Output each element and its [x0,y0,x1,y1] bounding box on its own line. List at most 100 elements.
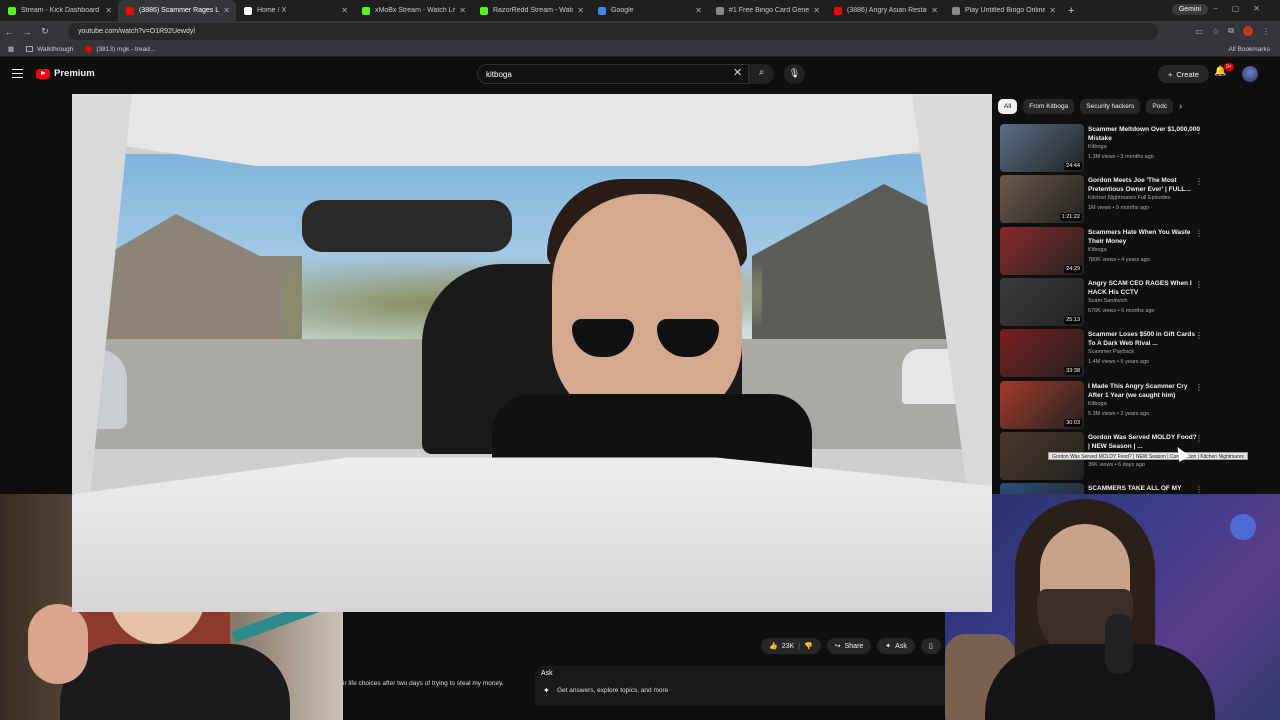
tab-favicon-icon [716,6,724,15]
video-player[interactable] [72,94,992,612]
youtube-logo[interactable]: Premium [36,68,95,79]
all-bookmarks[interactable]: All Bookmarks [1228,46,1270,53]
browser-tab[interactable]: xMoBx Stream - Watch Live on ✕ [354,0,472,21]
channel-name[interactable]: Scam Sandwich [1088,298,1127,304]
chip-from-kitboga[interactable]: From Kitboga [1023,98,1075,114]
video-title[interactable]: SCAMMERS TAKE ALL OF MY [1088,484,1200,493]
channel-name[interactable]: Kitboga [1088,401,1107,407]
close-tab-icon[interactable]: ✕ [813,6,820,15]
ask-panel[interactable]: Ask ✦ Get answers, explore topics, and m… [535,666,945,706]
close-tab-icon[interactable]: ✕ [577,6,584,15]
close-tab-icon[interactable]: ✕ [341,6,348,15]
more-options-icon[interactable]: ⋮ [1195,383,1203,392]
clear-search-icon[interactable]: ✕ [733,66,742,79]
gemini-button[interactable]: Gemini [1171,4,1208,15]
close-tab-icon[interactable]: ✕ [1049,6,1056,15]
voice-search-button[interactable]: 🎙 [784,64,805,84]
close-tab-icon[interactable]: ✕ [459,6,466,15]
window-controls[interactable]: –▢✕ [1213,4,1274,13]
video-thumbnail[interactable]: 30:03 [1000,380,1084,429]
address-bar-row: ← → ↻ youtube.com/watch?v=O1R92Uewdyl ▭ … [0,21,1280,42]
bookmark-star-icon[interactable]: ☆ [1212,27,1219,36]
video-thumbnail[interactable]: 25:13 [1000,277,1084,326]
video-title[interactable]: Scammers Hate When You Waste Their Money [1088,228,1200,246]
tab-favicon-icon [480,6,488,15]
search-input[interactable]: kitboga [477,64,749,84]
video-title[interactable]: Gordon Meets Joe 'The Most Pretentious O… [1088,176,1200,194]
browser-tab[interactable]: (3886) Scammer Rages Los ✕ [118,0,236,21]
tab-label: #1 Free Bingo Card Generator [729,7,809,14]
video-title[interactable]: Scammer Loses $500 in Gift Cards To A Da… [1088,330,1200,348]
browser-tab[interactable]: (3886) Angry Asian Restaurant ✕ [826,0,944,21]
like-button[interactable]: 👍 23K | 👎 [761,638,821,654]
search-button[interactable]: ⌕ [749,64,774,84]
close-tab-icon[interactable]: ✕ [931,6,938,15]
back-icon[interactable]: ← [0,27,18,37]
recommendation-item[interactable]: 1:21:22 Gordon Meets Joe 'The Most Preten… [1000,175,1280,225]
channel-name[interactable]: Scammer Payback [1088,349,1134,355]
more-options-icon[interactable]: ⋮ [1195,485,1203,494]
browser-tab[interactable]: Home / X ✕ [236,0,354,21]
apps-icon[interactable]: ▦ [8,45,14,53]
channel-name[interactable]: Kitchen Nightmares Full Episodes [1088,195,1171,201]
video-title[interactable]: Angry SCAM CEO RAGES When I HACK His CCT… [1088,279,1200,297]
video-frame-dashboard [72,457,992,612]
account-avatar[interactable] [1242,66,1258,82]
video-duration: 33:38 [1064,367,1082,376]
browser-tab[interactable]: Play Untitled Bingo Online | Bin ✕ [944,0,1062,21]
chip-podcasts[interactable]: Podc [1146,98,1174,114]
ask-button[interactable]: ✦ Ask [877,638,915,654]
profile-avatar[interactable] [1243,26,1253,36]
video-thumbnail[interactable]: 24:29 [1000,226,1084,275]
more-options-icon[interactable]: ⋮ [1195,229,1203,238]
extensions-icon[interactable]: ⧉ [1228,26,1234,36]
video-thumbnail[interactable]: 1:21:22 [1000,175,1084,224]
video-thumbnail[interactable] [1000,483,1084,494]
channel-name[interactable]: Kitboga [1088,247,1107,253]
chip-all[interactable]: All [998,98,1018,114]
bookmark-walkthrough[interactable]: Walkthrough [26,46,73,53]
more-options-icon[interactable]: ⋮ [1195,177,1203,186]
forward-icon[interactable]: → [18,27,36,37]
menu-icon[interactable] [12,69,23,78]
video-thumbnail[interactable]: 24:44 [1000,124,1084,172]
chevron-right-icon[interactable]: › [1179,101,1182,111]
bookmark-mgk[interactable]: (3813) mgk - tread... [85,46,155,53]
ask-prompt: Get answers, explore topics, and more [557,687,669,694]
url-field[interactable]: youtube.com/watch?v=O1R92Uewdyl [68,23,1158,40]
cast-icon[interactable]: ▭ [1196,27,1204,36]
menu-dots-icon[interactable]: ⋮ [1262,27,1270,36]
channel-name[interactable]: Kitboga [1088,144,1107,150]
browser-tab[interactable]: Google ✕ [590,0,708,21]
recommendation-item[interactable]: SCAMMERS TAKE ALL OF MY ⋮ [1000,483,1280,494]
bookmark-icon: ▯ [928,643,933,650]
more-options-icon[interactable]: ⋮ [1195,331,1203,340]
browser-tab[interactable]: Stream - Kick Dashboard ✕ [0,0,118,21]
save-button[interactable]: ▯ [920,638,941,654]
video-title[interactable]: Scammer Meltdown Over $1,000,000 Mistake [1088,125,1200,143]
recommendation-item[interactable]: 33:38 Scammer Loses $500 in Gift Cards To… [1000,329,1280,379]
recommendation-item[interactable]: 30:03 I Made This Angry Scammer Cry After… [1000,380,1280,431]
browser-tab[interactable]: RazorRedd Stream - Watch Live ✕ [472,0,590,21]
video-title[interactable]: I Made This Angry Scammer Cry After 1 Ye… [1088,382,1200,400]
new-tab-button[interactable]: + [1068,5,1074,17]
browser-tab[interactable]: #1 Free Bingo Card Generator ✕ [708,0,826,21]
more-options-icon[interactable]: ⋮ [1195,126,1203,135]
share-button[interactable]: ↪ Share [826,638,872,654]
chip-security-hackers[interactable]: Security hackers [1080,98,1141,114]
close-tab-icon[interactable]: ✕ [223,6,230,15]
video-meta: 1.3M views • 3 months ago [1088,154,1154,160]
video-meta: 1.4M views • 5 years ago [1088,359,1150,366]
recommendation-item[interactable]: 24:29 Scammers Hate When You Waste Their … [1000,226,1280,277]
reload-icon[interactable]: ↻ [36,26,54,37]
recommendations-sidebar: All From Kitboga Security hackers Podc ›… [998,96,1280,494]
recommendation-item[interactable]: 24:44 Scammer Meltdown Over $1,000,000 Mi… [1000,124,1280,174]
more-options-icon[interactable]: ⋮ [1195,434,1203,443]
close-tab-icon[interactable]: ✕ [695,6,702,15]
close-tab-icon[interactable]: ✕ [105,6,112,15]
create-button[interactable]: + Create [1158,65,1209,83]
video-thumbnail[interactable]: 33:38 [1000,329,1084,378]
recommendation-item[interactable]: 25:13 Angry SCAM CEO RAGES When I HACK Hi… [1000,277,1280,328]
thumbs-down-icon[interactable]: 👎 [804,642,813,650]
more-options-icon[interactable]: ⋮ [1195,280,1203,289]
